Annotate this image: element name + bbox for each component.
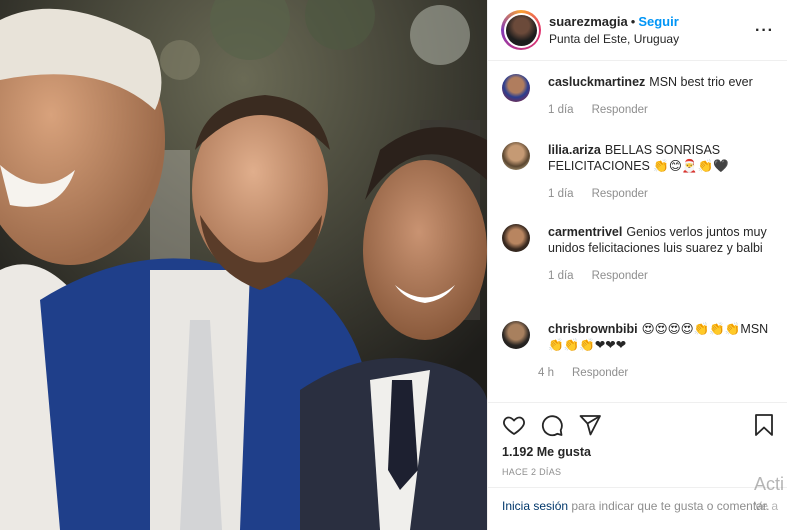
post-location[interactable]: Punta del Este, Uruguay <box>549 32 679 46</box>
commenter-avatar[interactable] <box>502 321 530 349</box>
bookmark-icon[interactable] <box>752 413 776 437</box>
comment-item: chrisbrownbibi 😍😍😍😍👏👏👏MSN 👏👏👏❤❤❤ 4 h Resp… <box>502 321 772 379</box>
comment-time[interactable]: 4 h <box>538 367 554 379</box>
post-timestamp[interactable]: HACE 2 DÍAS <box>502 467 561 477</box>
comment-username[interactable]: lilia.ariza <box>548 143 601 157</box>
post-photo-illustration <box>0 0 487 530</box>
author-info: suarezmagia • Seguir Punta del Este, Uru… <box>549 14 679 46</box>
comment-time[interactable]: 1 día <box>548 188 574 200</box>
share-icon[interactable] <box>578 413 602 437</box>
login-link[interactable]: Inicia sesión <box>502 499 568 513</box>
comment-meta: 4 h Responder <box>538 367 772 379</box>
comment-time[interactable]: 1 día <box>548 104 574 116</box>
post-side-panel: suarezmagia • Seguir Punta del Este, Uru… <box>487 0 787 530</box>
author-avatar[interactable] <box>501 10 541 50</box>
author-username[interactable]: suarezmagia <box>549 14 628 29</box>
comment-icon[interactable] <box>540 413 564 437</box>
comment-time[interactable]: 1 día <box>548 270 574 282</box>
comment-item: lilia.ariza BELLAS SONRISAS FELICITACIONE… <box>502 142 772 200</box>
commenter-avatar[interactable] <box>502 142 530 170</box>
comment-text-block: carmentrivel Genios verlos juntos muy uni… <box>548 224 772 256</box>
more-options-icon[interactable]: ··· <box>755 22 774 40</box>
comment-username[interactable]: casluckmartinez <box>548 75 645 89</box>
commenter-avatar[interactable] <box>502 224 530 252</box>
reply-button[interactable]: Responder <box>572 367 628 379</box>
comment-text: MSN best trio ever <box>649 75 753 89</box>
author-line: suarezmagia • Seguir <box>549 14 679 29</box>
comment-text-block: chrisbrownbibi 😍😍😍😍👏👏👏MSN 👏👏👏❤❤❤ <box>548 321 772 353</box>
comment-item: carmentrivel Genios verlos juntos muy uni… <box>502 224 772 282</box>
follow-button[interactable]: Seguir <box>638 14 678 29</box>
windows-activation-subtext: Ve a <box>754 499 779 513</box>
comment-username[interactable]: chrisbrownbibi <box>548 322 638 336</box>
comment-item: casluckmartinez MSN best trio ever 1 día … <box>502 74 772 116</box>
comment-meta: 1 día Responder <box>548 104 772 116</box>
separator-dot: • <box>630 14 636 29</box>
heart-icon[interactable] <box>502 413 526 437</box>
login-prompt: Inicia sesión para indicar que te gusta … <box>488 487 787 530</box>
windows-activation-watermark: Acti <box>754 474 785 494</box>
comment-meta: 1 día Responder <box>548 188 772 200</box>
commenter-avatar[interactable] <box>502 74 530 102</box>
comment-username[interactable]: carmentrivel <box>548 225 622 239</box>
action-icons <box>502 413 602 437</box>
reply-button[interactable]: Responder <box>592 104 648 116</box>
comment-text-block: lilia.ariza BELLAS SONRISAS FELICITACIONE… <box>548 142 772 174</box>
post-actions: 1.192 Me gusta HACE 2 DÍAS Inicia sesión… <box>488 402 787 528</box>
reply-button[interactable]: Responder <box>592 270 648 282</box>
comment-meta: 1 día Responder <box>548 270 772 282</box>
post-photo[interactable] <box>0 0 487 530</box>
login-prompt-text: para indicar que te gusta o comentar. <box>568 499 770 513</box>
avatar-ring <box>503 12 539 48</box>
likes-count[interactable]: 1.192 Me gusta <box>502 445 591 459</box>
post-header: suarezmagia • Seguir Punta del Este, Uru… <box>488 0 787 61</box>
avatar-image <box>505 14 537 46</box>
comment-text-block: casluckmartinez MSN best trio ever <box>548 74 772 90</box>
comments-list: casluckmartinez MSN best trio ever 1 día … <box>488 62 787 402</box>
reply-button[interactable]: Responder <box>592 188 648 200</box>
